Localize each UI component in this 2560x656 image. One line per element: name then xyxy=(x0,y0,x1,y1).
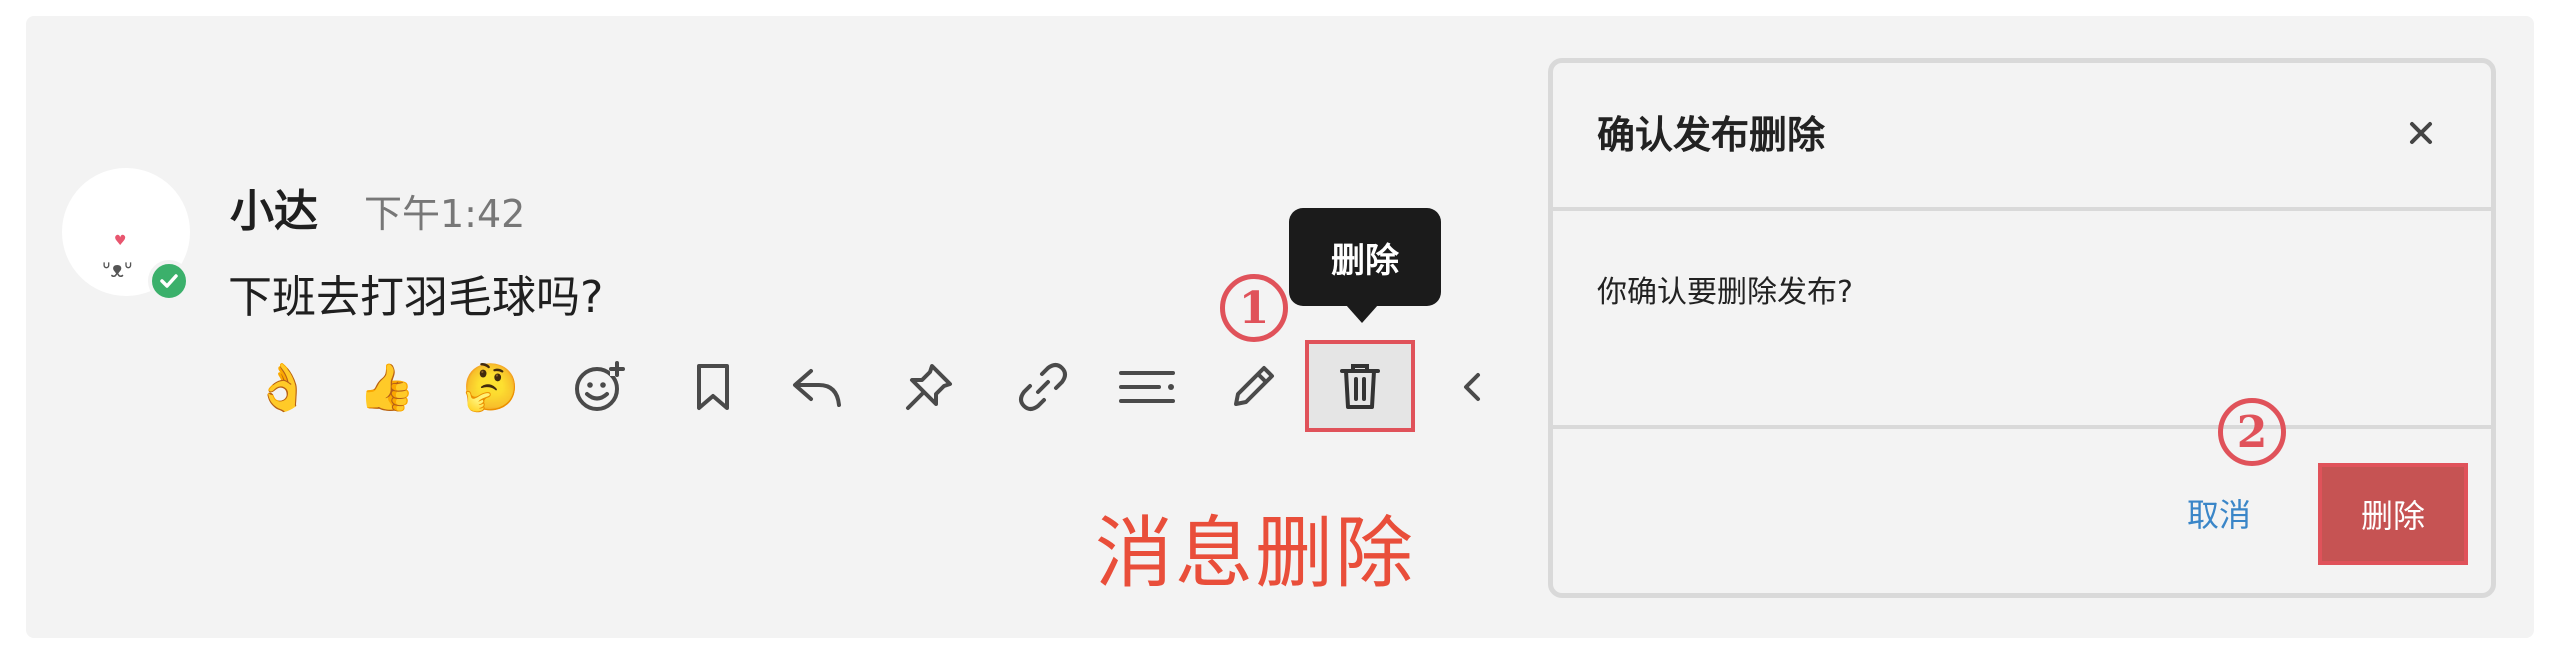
avatar-illustration: ᐡᴥᐡ xyxy=(102,258,133,283)
step-2-marker: 2 xyxy=(2218,398,2286,466)
annotation-caption: 消息删除 xyxy=(1095,509,1416,599)
confirm-delete-dialog: 确认发布删除 你确认要删除发布? 取消 删除 xyxy=(1548,58,2496,598)
link-icon xyxy=(1019,363,1067,411)
add-reaction-button[interactable] xyxy=(568,356,630,418)
ok-hand-icon: 👌 xyxy=(254,360,312,414)
more-actions-button[interactable] xyxy=(1116,356,1178,418)
edit-button[interactable] xyxy=(1222,356,1284,418)
heart-icon: ♥ xyxy=(114,233,127,249)
tooltip-arrow xyxy=(1346,305,1378,323)
dialog-footer-divider xyxy=(1553,425,2491,429)
thinking-reaction-button[interactable]: 🤔 xyxy=(460,356,522,418)
trash-icon xyxy=(1340,364,1380,409)
thumbs-up-reaction-button[interactable]: 👍 xyxy=(356,356,418,418)
sender-name[interactable]: 小达 xyxy=(230,184,318,240)
copy-link-button[interactable] xyxy=(1012,356,1074,418)
ok-hand-reaction-button[interactable]: 👌 xyxy=(252,356,314,418)
step-1-marker: 1 xyxy=(1220,274,1288,342)
confirm-delete-button[interactable]: 删除 xyxy=(2318,463,2468,565)
close-icon xyxy=(2410,122,2432,144)
add-reaction-icon xyxy=(575,361,625,411)
pin-button[interactable] xyxy=(898,356,960,418)
reply-icon xyxy=(793,369,841,407)
message-timestamp: 下午1:42 xyxy=(364,192,526,236)
delete-tooltip: 删除 xyxy=(1289,208,1441,306)
more-lines-icon xyxy=(1119,371,1175,403)
bookmark-icon xyxy=(697,364,729,410)
edit-icon xyxy=(1234,366,1274,406)
cancel-button[interactable]: 取消 xyxy=(2187,489,2251,541)
pin-icon xyxy=(906,364,952,410)
delete-message-button[interactable] xyxy=(1305,340,1415,432)
thumbs-up-icon: 👍 xyxy=(358,360,416,414)
reply-button[interactable] xyxy=(786,356,848,418)
dialog-header-divider xyxy=(1553,207,2491,211)
dialog-title: 确认发布删除 xyxy=(1597,113,1826,157)
online-status-icon xyxy=(148,260,190,302)
dialog-message: 你确认要删除发布? xyxy=(1597,275,1853,310)
message-text: 下班去打羽毛球吗? xyxy=(228,272,604,323)
thinking-face-icon: 🤔 xyxy=(462,360,520,414)
dialog-close-button[interactable] xyxy=(2391,103,2451,163)
collapse-toolbar-button[interactable] xyxy=(1442,356,1504,418)
bookmark-button[interactable] xyxy=(682,356,744,418)
chevron-left-icon xyxy=(1464,373,1480,401)
